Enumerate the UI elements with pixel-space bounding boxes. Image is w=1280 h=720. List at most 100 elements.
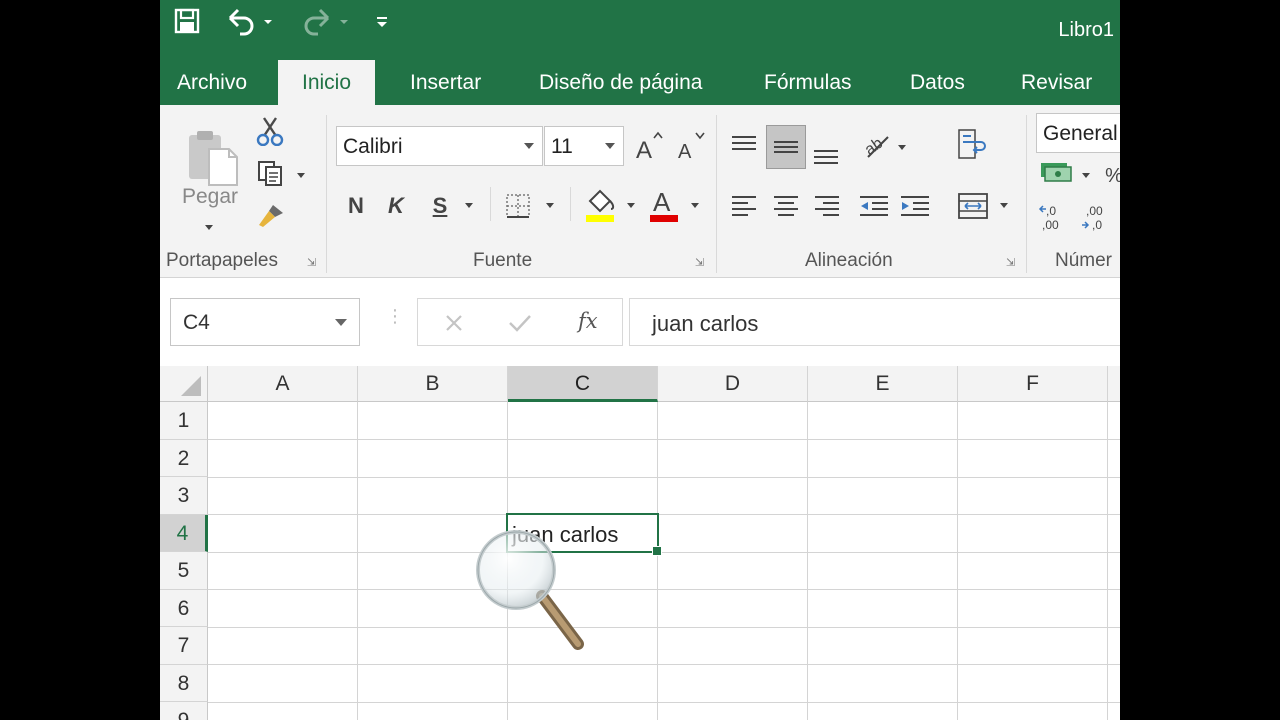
column-header-e[interactable]: E	[808, 366, 958, 402]
copy-dropdown-icon[interactable]	[297, 173, 305, 178]
decrease-font-icon[interactable]: A	[676, 129, 706, 163]
svg-text:,0: ,0	[1092, 218, 1102, 232]
merge-center-icon[interactable]	[956, 189, 990, 223]
increase-font-icon[interactable]: A	[634, 129, 664, 163]
tab-archivo[interactable]: Archivo	[177, 60, 247, 105]
divider	[490, 187, 491, 221]
row-header-2[interactable]: 2	[160, 439, 208, 477]
ribbon-tabs: Archivo Inicio Insertar Diseño de página…	[160, 60, 1120, 105]
group-label-portapapeles: Portapapeles	[166, 250, 278, 271]
underline-button[interactable]: S	[428, 189, 452, 223]
orientation-dropdown-icon[interactable]	[898, 145, 906, 150]
column-header-d[interactable]: D	[658, 366, 808, 402]
fill-handle[interactable]	[652, 546, 662, 556]
number-format-value: General	[1043, 122, 1118, 145]
align-right-icon[interactable]	[811, 189, 843, 223]
tab-formulas[interactable]: Fórmulas	[764, 60, 852, 105]
row-header-1[interactable]: 1	[160, 402, 208, 440]
enter-icon[interactable]	[508, 313, 532, 333]
tab-datos[interactable]: Datos	[910, 60, 965, 105]
customize-qat-icon[interactable]	[372, 6, 392, 36]
document-title: Libro1	[1058, 19, 1114, 41]
gridline	[208, 514, 1120, 515]
format-painter-icon[interactable]	[255, 199, 285, 231]
align-center-icon[interactable]	[770, 189, 802, 223]
font-color-icon[interactable]: A	[648, 187, 680, 225]
save-icon[interactable]	[172, 6, 202, 36]
column-header-f[interactable]: F	[958, 366, 1108, 402]
row-header-9[interactable]: 9	[160, 702, 208, 720]
tab-revisar[interactable]: Revisar	[1021, 60, 1092, 105]
fill-color-icon[interactable]	[584, 187, 616, 225]
formula-input[interactable]: juan carlos	[629, 298, 1120, 346]
accounting-format-icon[interactable]	[1038, 157, 1074, 191]
font-name-combo[interactable]: Calibri	[336, 126, 543, 166]
svg-text:ab: ab	[862, 135, 886, 159]
name-box[interactable]: C4	[170, 298, 360, 346]
fill-color-dropdown-icon[interactable]	[627, 203, 635, 208]
undo-icon[interactable]	[224, 6, 274, 36]
borders-icon[interactable]	[504, 189, 532, 223]
font-size-combo[interactable]: 11	[544, 126, 624, 166]
increase-decimal-icon[interactable]: ,0,00	[1038, 201, 1072, 235]
wrap-text-icon[interactable]	[956, 127, 990, 161]
decrease-decimal-icon[interactable]: ,00,0	[1080, 201, 1114, 235]
decrease-indent-icon[interactable]	[857, 189, 891, 223]
name-box-dropdown-icon[interactable]	[335, 319, 347, 326]
italic-button[interactable]: K	[384, 189, 408, 223]
font-launcher-icon[interactable]: ⇲	[695, 257, 707, 269]
paste-dropdown-icon[interactable]	[205, 225, 213, 230]
increase-indent-icon[interactable]	[898, 189, 932, 223]
underline-dropdown-icon[interactable]	[465, 203, 473, 208]
paste-label: Pegar	[182, 185, 239, 208]
svg-text:A: A	[653, 187, 671, 217]
formula-input-value: juan carlos	[652, 311, 759, 336]
column-header-a[interactable]: A	[208, 366, 358, 402]
clipboard-launcher-icon[interactable]: ⇲	[307, 257, 319, 269]
gridline	[208, 589, 1120, 590]
redo-icon[interactable]	[300, 6, 350, 36]
gridline	[357, 402, 358, 720]
number-format-combo[interactable]: General	[1036, 113, 1120, 153]
excel-window: Libro1 Archivo Inicio Insertar Diseño de…	[160, 0, 1120, 720]
row-header-3[interactable]: 3	[160, 477, 208, 515]
font-size-dropdown-icon[interactable]	[605, 143, 615, 149]
accounting-dropdown-icon[interactable]	[1082, 173, 1090, 178]
align-bottom-icon[interactable]	[810, 139, 842, 173]
font-name-dropdown-icon[interactable]	[524, 143, 534, 149]
align-middle-icon[interactable]	[766, 125, 806, 169]
column-header-c[interactable]: C	[508, 366, 658, 402]
cut-icon[interactable]	[255, 115, 285, 147]
align-top-icon[interactable]	[728, 127, 760, 161]
formula-bar-grip-icon[interactable]: ⋮	[386, 307, 404, 325]
divider	[570, 187, 571, 221]
group-label-fuente: Fuente	[473, 250, 533, 271]
copy-icon[interactable]	[255, 157, 285, 189]
title-bar: Libro1	[160, 0, 1120, 60]
bold-button[interactable]: N	[344, 189, 368, 223]
gridline	[807, 402, 808, 720]
row-header-6[interactable]: 6	[160, 589, 208, 627]
worksheet-grid[interactable]: A B C D E F 1 2 3 4 5 6 7 8 9 juan carlo…	[160, 364, 1120, 720]
tab-inicio[interactable]: Inicio	[278, 60, 376, 105]
column-header-b[interactable]: B	[358, 366, 508, 402]
insert-function-icon[interactable]: fx	[578, 309, 598, 333]
row-header-5[interactable]: 5	[160, 552, 208, 590]
borders-dropdown-icon[interactable]	[546, 203, 554, 208]
tab-insertar[interactable]: Insertar	[410, 60, 481, 105]
svg-text:,00: ,00	[1086, 204, 1103, 218]
gridline	[208, 664, 1120, 665]
orientation-icon[interactable]: ab	[858, 127, 894, 163]
font-color-dropdown-icon[interactable]	[691, 203, 699, 208]
row-header-8[interactable]: 8	[160, 664, 208, 702]
row-header-7[interactable]: 7	[160, 627, 208, 665]
percent-style-icon[interactable]: %	[1104, 161, 1120, 191]
align-left-icon[interactable]	[728, 189, 760, 223]
select-all-button[interactable]	[160, 366, 208, 402]
cancel-icon[interactable]	[444, 313, 464, 333]
column-header-g[interactable]	[1108, 366, 1120, 402]
merge-center-dropdown-icon[interactable]	[1000, 203, 1008, 208]
tab-diseno-de-pagina[interactable]: Diseño de página	[539, 60, 702, 105]
alignment-launcher-icon[interactable]: ⇲	[1006, 257, 1018, 269]
row-header-4[interactable]: 4	[160, 514, 208, 552]
